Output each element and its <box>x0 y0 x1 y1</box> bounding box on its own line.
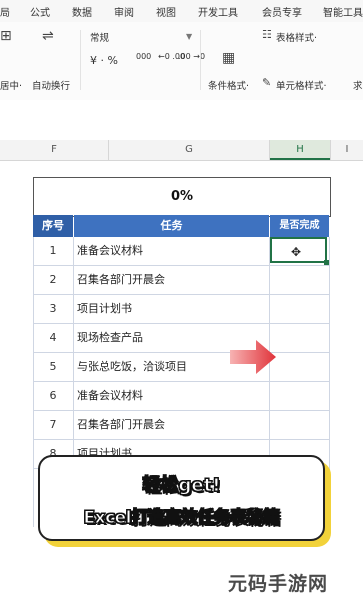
ribbon-toolbar: ⊞ 居中· ⇌ 自动换行 常规 ▼ ¥ · % 000 ←0 .00 .00 →… <box>0 22 363 101</box>
column-header-bar: F G H I <box>0 140 363 161</box>
number-format-select[interactable]: 常规 <box>90 30 109 44</box>
wrap-text-icon[interactable]: ⇌ <box>42 28 54 44</box>
row-number: 4 <box>49 331 57 344</box>
ribbon-divider <box>80 30 81 90</box>
formula-area <box>0 100 363 140</box>
menu-view[interactable]: 视图 <box>156 4 176 19</box>
conditional-format-icon[interactable]: ▦ <box>222 50 235 66</box>
progress-percentage: 0% <box>170 189 194 204</box>
ribbon-divider <box>200 30 201 90</box>
sum-button-partial[interactable]: 求 <box>353 78 363 92</box>
row-number: 2 <box>49 273 57 286</box>
menu-data[interactable]: 数据 <box>72 4 92 19</box>
done-cell[interactable] <box>270 353 329 381</box>
row-number: 5 <box>49 360 57 373</box>
done-cell[interactable] <box>270 411 329 439</box>
cell-style-icon[interactable]: ✎ <box>262 76 271 89</box>
column-header-i[interactable]: I <box>331 140 363 160</box>
decrease-decimal-button[interactable]: .00 →0 <box>178 52 205 61</box>
column-header-g[interactable]: G <box>109 140 269 160</box>
task-cell[interactable]: 召集各部门开晨会 <box>77 411 267 439</box>
task-cell[interactable]: 项目计划书 <box>77 295 267 323</box>
table-row[interactable]: 6 准备会议材料 <box>33 382 329 411</box>
row-number: 6 <box>49 389 57 402</box>
done-cell[interactable] <box>270 295 329 323</box>
menu-layout[interactable]: 局 <box>0 4 10 19</box>
red-arrow-icon <box>230 340 276 374</box>
menu-review[interactable]: 审阅 <box>114 4 134 19</box>
site-watermark: 元码手游网 <box>228 573 329 595</box>
menu-member[interactable]: 会员专享 <box>262 4 302 19</box>
menu-formulas[interactable]: 公式 <box>30 4 50 19</box>
table-style-icon[interactable]: ☷ <box>262 28 272 41</box>
wrap-text-button[interactable]: 自动换行 <box>32 78 70 92</box>
banner-headline: 轻松get! <box>142 475 221 497</box>
menu-developer[interactable]: 开发工具 <box>198 4 238 19</box>
row-number: 3 <box>49 302 57 315</box>
header-completed[interactable]: 是否完成 <box>270 215 329 237</box>
column-header-f[interactable]: F <box>0 140 108 160</box>
table-row[interactable]: 2 召集各部门开晨会 <box>33 266 329 295</box>
table-row[interactable]: 3 项目计划书 <box>33 295 329 324</box>
banner-subtitle: Excel打造高效任务表秘籍 <box>83 508 281 529</box>
currency-percent-buttons[interactable]: ¥ · % <box>90 54 118 67</box>
table-row[interactable]: 5 与张总吃饭，洽谈项目 <box>33 353 329 382</box>
header-task[interactable]: 任务 <box>74 215 269 237</box>
table-row[interactable]: 7 召集各部门开晨会 <box>33 411 329 440</box>
done-cell[interactable] <box>270 266 329 294</box>
merge-center-button[interactable]: 居中· <box>0 78 22 92</box>
column-header-h[interactable]: H <box>270 140 330 160</box>
menu-bar: 局 公式 数据 审阅 视图 开发工具 会员专享 智能工具 <box>0 0 363 23</box>
conditional-format-button[interactable]: 条件格式· <box>208 78 249 92</box>
promo-banner: 轻松get! Excel打造高效任务表秘籍 <box>38 455 325 541</box>
spreadsheet-grid[interactable]: 0% 序号 任务 是否完成 1 准备会议材料 2 召集各部门开晨会 3 项目计划… <box>0 161 363 600</box>
thousands-separator-button[interactable]: 000 <box>136 52 151 61</box>
menu-smart-tools[interactable]: 智能工具 <box>323 4 363 19</box>
cell-style-button[interactable]: 单元格样式· <box>276 78 327 92</box>
task-cell[interactable]: 准备会议材料 <box>77 382 267 410</box>
table-row[interactable]: 4 现场检查产品 <box>33 324 329 353</box>
done-cell[interactable] <box>270 382 329 410</box>
row-number: 7 <box>49 418 57 431</box>
row-number: 1 <box>49 244 57 257</box>
done-cell[interactable] <box>270 324 329 352</box>
progress-cell[interactable]: 0% <box>33 177 331 217</box>
table-style-button[interactable]: 表格样式· <box>276 30 317 44</box>
cross-cursor-icon: ✥ <box>291 245 302 259</box>
header-sequence[interactable]: 序号 <box>33 215 73 237</box>
chevron-down-icon[interactable]: ▼ <box>186 32 192 41</box>
task-cell[interactable]: 召集各部门开晨会 <box>77 266 267 294</box>
merge-icon[interactable]: ⊞ <box>0 28 12 44</box>
task-cell[interactable]: 准备会议材料 <box>77 237 267 265</box>
